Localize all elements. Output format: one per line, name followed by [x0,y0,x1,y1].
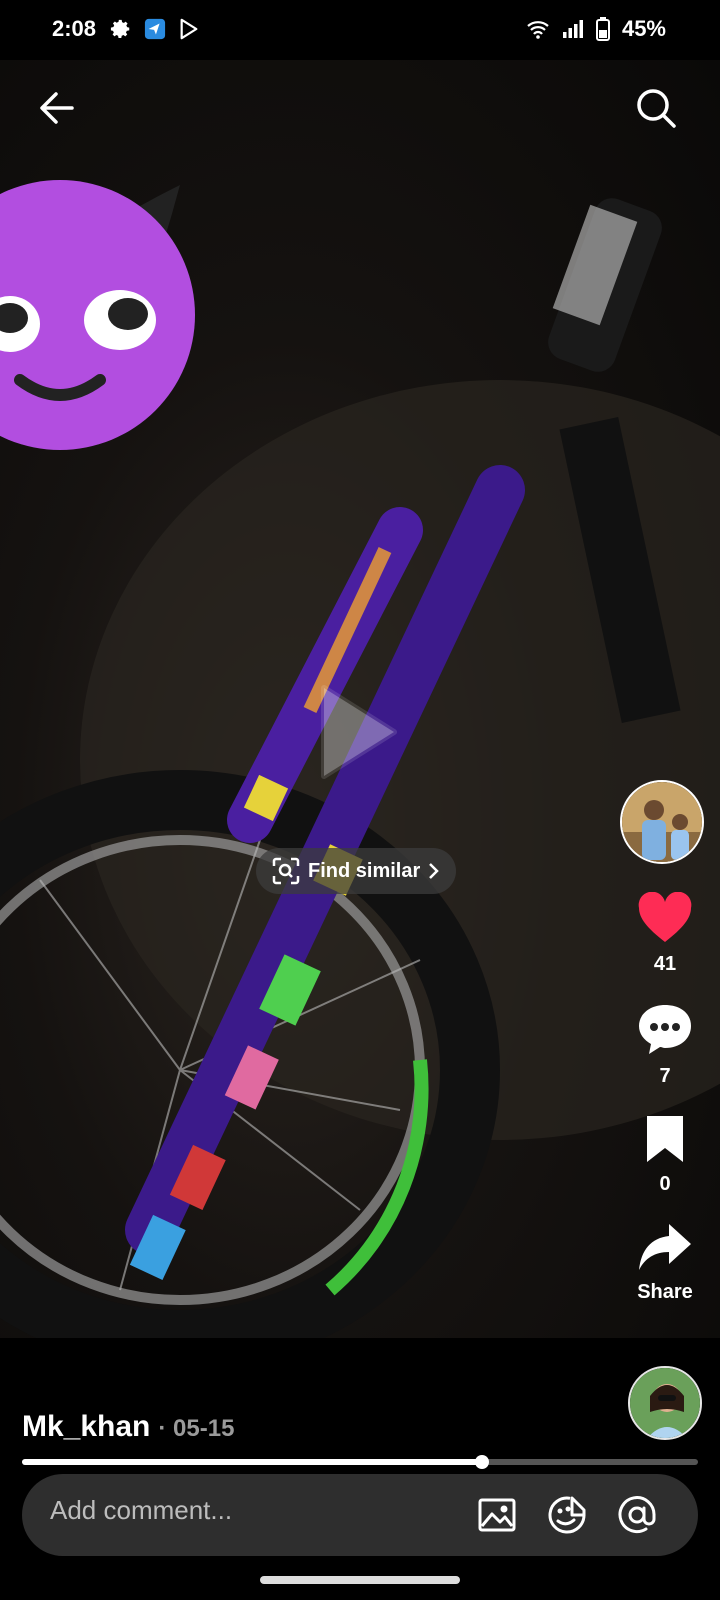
bottom-panel [0,1338,720,1600]
share-label: Share [637,1281,693,1303]
comment-bubble-icon[interactable] [637,1002,693,1056]
creator-avatar-image [622,782,702,862]
status-right: 45% [526,16,666,42]
find-similar-label: Find similar [308,859,421,882]
status-time: 2:08 [52,16,97,41]
search-icon[interactable] [634,86,678,130]
comment-action[interactable]: 7 [630,1002,700,1088]
share-arrow-icon[interactable] [637,1222,693,1272]
author-name[interactable]: Mk_khan [22,1410,150,1444]
bookmark-icon[interactable] [643,1114,687,1164]
chevron-right-icon [429,863,440,879]
like-action[interactable]: 41 [630,891,700,976]
video-player[interactable] [0,60,720,1338]
settings-gear-icon [110,19,130,38]
creator-avatar[interactable] [620,780,704,864]
video-progress-thumb[interactable] [474,1455,489,1469]
emoji-icon[interactable] [546,1494,588,1536]
status-bar: 2:08 45% [0,0,720,60]
battery-icon [595,17,610,41]
video-progress-bar[interactable] [22,1455,698,1469]
comment-count: 7 [659,1065,671,1087]
wifi-icon [527,21,549,39]
play-icon[interactable] [320,682,400,782]
share-action[interactable]: Share [630,1222,700,1304]
user-avatar[interactable] [628,1366,702,1440]
scan-icon [272,857,300,885]
post-meta: Mk_khan · 05-15 [22,1410,234,1444]
app-notification-icon [144,18,166,40]
like-count: 41 [653,953,677,975]
save-action[interactable]: 0 [630,1114,700,1196]
comment-input[interactable] [48,1494,452,1527]
post-date: · 05-15 [158,1415,235,1442]
status-notification-icons [110,18,200,40]
save-count: 0 [659,1173,671,1195]
heart-icon[interactable] [637,891,693,944]
signal-icon [562,20,583,38]
image-icon[interactable] [476,1494,518,1536]
comment-bar [22,1474,698,1556]
home-indicator[interactable] [260,1576,460,1584]
video-progress-fill [22,1459,482,1465]
back-arrow-icon[interactable] [36,86,80,130]
find-similar-button[interactable]: Find similar [256,848,457,894]
play-store-icon [180,18,198,40]
battery-percent: 45% [621,16,666,41]
smiling-devil-emoji [0,180,195,450]
at-sign-icon[interactable] [616,1494,658,1536]
